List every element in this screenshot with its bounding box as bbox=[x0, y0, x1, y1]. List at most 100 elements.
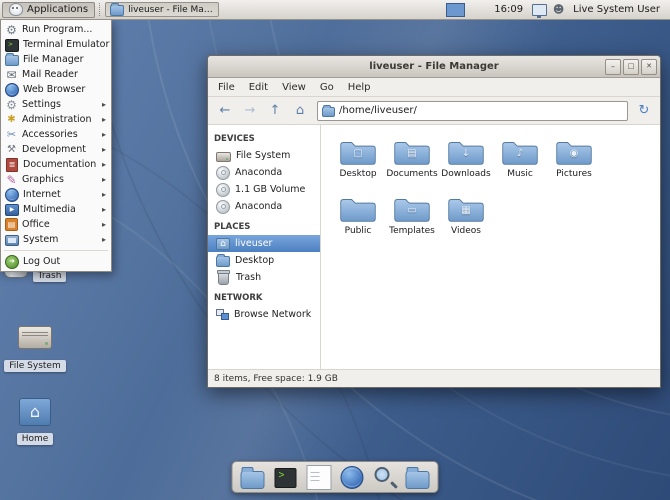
menu-item-label: Administration bbox=[22, 114, 92, 125]
drive-icon bbox=[216, 152, 231, 162]
dock-launcher[interactable] bbox=[274, 465, 298, 489]
taskbar-window-button[interactable]: liveuser - File Manager bbox=[105, 2, 219, 17]
menu-item[interactable]: Development bbox=[2, 142, 110, 157]
menu-item[interactable]: Administration bbox=[2, 112, 110, 127]
submenu-arrow-icon bbox=[102, 144, 107, 155]
menubar-item[interactable]: View bbox=[275, 80, 313, 95]
sidebar-item-label: Anaconda bbox=[235, 167, 282, 178]
folder-icon bbox=[322, 107, 335, 117]
submenu-arrow-icon bbox=[102, 174, 107, 185]
sidebar-item[interactable]: Anaconda bbox=[208, 164, 320, 181]
file-grid: ▢ Desktop ▤ Documents bbox=[321, 125, 660, 369]
panel-separator bbox=[99, 3, 101, 16]
folder-item[interactable]: ▤ Documents bbox=[385, 137, 439, 194]
menubar-item[interactable]: Edit bbox=[242, 80, 275, 95]
folder-item[interactable]: ♪ Music bbox=[493, 137, 547, 194]
applications-menu-button[interactable]: Applications bbox=[2, 2, 95, 18]
applications-label: Applications bbox=[27, 4, 88, 15]
menu-item[interactable]: Internet bbox=[2, 187, 110, 202]
menu-item[interactable]: Office bbox=[2, 217, 110, 232]
display-icon[interactable] bbox=[532, 4, 547, 16]
menu-item[interactable]: Log Out bbox=[2, 254, 110, 269]
folder-icon: ↓ bbox=[446, 137, 486, 168]
sidebar-item[interactable]: Trash bbox=[208, 269, 320, 286]
dock-launcher[interactable] bbox=[406, 465, 430, 489]
minimize-button[interactable] bbox=[605, 59, 621, 75]
folder-item[interactable]: ▦ Videos bbox=[439, 194, 493, 251]
menu-item[interactable]: System bbox=[2, 232, 110, 247]
menu-item-label: Multimedia bbox=[23, 204, 76, 215]
desktop-screen: Trash File System Home Applications live… bbox=[0, 0, 670, 500]
maximize-button[interactable] bbox=[623, 59, 639, 75]
sidebar-item-label: Browse Network bbox=[234, 309, 311, 320]
sidebar-item-label: liveuser bbox=[235, 238, 272, 249]
menu-item[interactable]: Mail Reader bbox=[2, 67, 110, 82]
menu-item[interactable]: Multimedia bbox=[2, 202, 110, 217]
reload-button[interactable] bbox=[633, 100, 655, 121]
dock-launcher[interactable] bbox=[307, 465, 331, 489]
folder-item[interactable]: ↓ Downloads bbox=[439, 137, 493, 194]
menu-item[interactable]: Accessories bbox=[2, 127, 110, 142]
folder-emblem-icon: ▦ bbox=[446, 206, 486, 216]
menu-item[interactable]: Documentation bbox=[2, 157, 110, 172]
menu-item-label: Run Program... bbox=[22, 24, 92, 35]
sidebar-item[interactable]: Browse Network bbox=[208, 306, 320, 323]
network-icon bbox=[216, 308, 229, 321]
menu-item[interactable] bbox=[4, 250, 108, 251]
sidebar-item[interactable]: 1.1 GB Volume bbox=[208, 181, 320, 198]
menu-item-label: System bbox=[23, 234, 58, 245]
documentation-icon bbox=[6, 158, 18, 172]
menu-item[interactable]: Web Browser bbox=[2, 82, 110, 97]
menubar-item[interactable]: Go bbox=[313, 80, 341, 95]
taskbar-window-label: liveuser - File Manager bbox=[128, 5, 214, 15]
folder-item[interactable]: ▢ Desktop bbox=[331, 137, 385, 194]
menu-item[interactable]: File Manager bbox=[2, 52, 110, 67]
back-button[interactable] bbox=[213, 100, 237, 121]
sidebar-item[interactable]: Anaconda bbox=[208, 198, 320, 215]
menubar-item[interactable]: File bbox=[211, 80, 242, 95]
folder-item[interactable]: ◉ Pictures bbox=[547, 137, 601, 194]
menu-item-label: Office bbox=[22, 219, 50, 230]
toolbar bbox=[208, 97, 660, 125]
menu-item[interactable]: Graphics bbox=[2, 172, 110, 187]
statusbar-text: 8 items, Free space: 1.9 GB bbox=[214, 374, 338, 384]
up-button[interactable] bbox=[263, 100, 287, 121]
menu-item-label: Settings bbox=[22, 99, 61, 110]
menu-item[interactable]: Terminal Emulator bbox=[2, 37, 110, 52]
sidebar-item[interactable]: File System bbox=[208, 147, 320, 164]
disc-icon bbox=[216, 166, 230, 180]
dock-launcher[interactable] bbox=[340, 465, 364, 489]
workspace-switcher[interactable] bbox=[446, 3, 465, 17]
folder-label: Videos bbox=[451, 226, 481, 236]
submenu-arrow-icon bbox=[102, 189, 107, 200]
menu-item[interactable]: Settings bbox=[2, 97, 110, 112]
user-icon[interactable] bbox=[552, 3, 565, 16]
folder-icon: ▦ bbox=[446, 194, 486, 225]
sidebar-item[interactable]: Desktop bbox=[208, 252, 320, 269]
desktop-icon[interactable]: File System bbox=[3, 316, 67, 372]
menu-item[interactable]: Run Program... bbox=[2, 22, 110, 37]
sidebar-item[interactable]: liveuser bbox=[208, 235, 320, 252]
desktop-icon[interactable]: Home bbox=[3, 394, 67, 445]
folder-label: Templates bbox=[389, 226, 435, 236]
folder-item[interactable]: Public bbox=[331, 194, 385, 251]
close-button[interactable] bbox=[641, 59, 657, 75]
applications-menu: Run Program... Terminal Emulator File Ma… bbox=[0, 19, 112, 272]
dock-launcher[interactable] bbox=[373, 465, 397, 489]
path-input[interactable] bbox=[339, 105, 623, 116]
dock-launcher[interactable] bbox=[241, 465, 265, 489]
folder-icon bbox=[216, 256, 230, 267]
development-icon bbox=[5, 143, 18, 156]
folder-item[interactable]: ▭ Templates bbox=[385, 194, 439, 251]
sidebar-item-label: Anaconda bbox=[235, 201, 282, 212]
menubar-item[interactable]: Help bbox=[341, 80, 378, 95]
statusbar: 8 items, Free space: 1.9 GB bbox=[208, 369, 660, 387]
home-button[interactable] bbox=[288, 100, 312, 121]
folder-label: Pictures bbox=[556, 169, 592, 179]
window-titlebar[interactable]: liveuser - File Manager bbox=[208, 56, 660, 78]
drive-desktop-icon bbox=[18, 326, 52, 349]
submenu-arrow-icon bbox=[102, 99, 107, 110]
submenu-arrow-icon bbox=[102, 219, 107, 230]
menu-item-label: Documentation bbox=[23, 159, 96, 170]
forward-button[interactable] bbox=[238, 100, 262, 121]
